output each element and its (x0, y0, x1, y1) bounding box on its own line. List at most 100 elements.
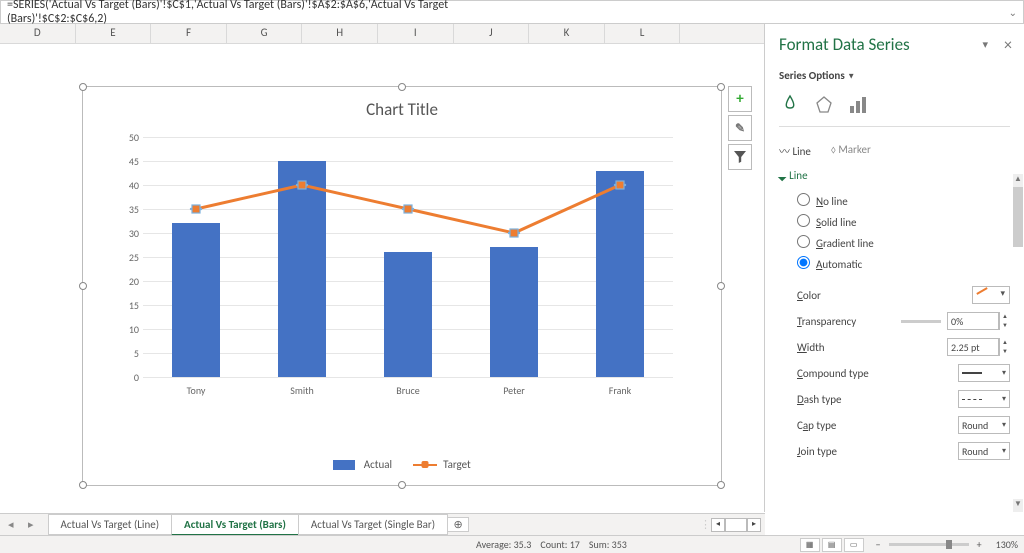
target-line-series[interactable] (143, 137, 673, 377)
page-layout-button[interactable]: ▤ (822, 538, 842, 552)
color-label: Color (797, 289, 972, 302)
chart-legend[interactable]: Actual Target (83, 458, 721, 471)
scroll-down-icon[interactable]: ▼ (1013, 499, 1023, 512)
transparency-spinner[interactable]: ▲▼ (999, 312, 1010, 330)
dash-type-dropdown[interactable]: ▾ (958, 390, 1010, 408)
x-axis-label: Frank (570, 384, 670, 397)
new-sheet-button[interactable]: ⊕ (447, 517, 469, 532)
effects-icon[interactable] (813, 94, 835, 116)
marker-tab[interactable]: ⬨ Marker (831, 143, 871, 159)
col-header[interactable]: G (227, 24, 303, 43)
pane-options-icon[interactable]: ▾ (982, 38, 988, 51)
zoom-level[interactable]: 130% (996, 538, 1018, 551)
resize-handle[interactable] (79, 83, 87, 91)
sheet-tab-singlebar[interactable]: Actual Vs Target (Single Bar) (298, 514, 448, 535)
col-header[interactable]: H (302, 24, 378, 43)
format-data-series-pane: ▾ × Format Data Series Series Options ▼ … (765, 24, 1024, 512)
col-header[interactable]: D (0, 24, 76, 43)
solid-line-radio[interactable]: Solid line (779, 211, 1010, 232)
resize-handle[interactable] (717, 83, 725, 91)
series-options-label[interactable]: Series Options ▼ (779, 69, 1010, 82)
automatic-radio[interactable]: Automatic (779, 253, 1010, 274)
chart-element-buttons: + ✎ (728, 86, 752, 173)
pane-scrollbar[interactable]: ▲ ▼ (1013, 174, 1023, 512)
resize-handle[interactable] (79, 481, 87, 489)
chart-add-element-button[interactable]: + (728, 86, 752, 112)
transparency-slider[interactable] (901, 320, 941, 323)
tab-scroll-right[interactable]: ▸ (747, 518, 761, 532)
col-header[interactable]: J (454, 24, 530, 43)
x-axis-label: Bruce (358, 384, 458, 397)
transparency-label: Transparency (797, 315, 901, 328)
tab-scroll-left[interactable]: ◂ (711, 518, 725, 532)
status-count: Count: 17 (540, 538, 579, 551)
col-header[interactable]: F (151, 24, 227, 43)
color-picker-button[interactable] (972, 286, 1010, 304)
dash-type-label: Dash type (797, 393, 958, 406)
y-axis-label: 40 (113, 179, 139, 192)
fill-line-icon[interactable] (779, 94, 801, 116)
series-options-icon[interactable] (847, 94, 869, 116)
page-break-button[interactable]: ▭ (844, 538, 864, 552)
chart-styles-button[interactable]: ✎ (728, 115, 752, 141)
zoom-out-button[interactable]: − (876, 538, 881, 551)
sheet-tab-bars[interactable]: Actual Vs Target (Bars) (171, 514, 299, 536)
resize-handle[interactable] (717, 481, 725, 489)
legend-label: Actual (364, 458, 392, 471)
y-axis-label: 10 (113, 323, 139, 336)
sheet-tab-line[interactable]: Actual Vs Target (Line) (48, 514, 173, 535)
y-axis-label: 25 (113, 251, 139, 264)
worksheet-area: D E F G H I J K L Chart Title (0, 24, 765, 512)
width-input[interactable]: 2.25 pt (947, 338, 999, 356)
y-axis-label: 30 (113, 227, 139, 240)
col-header[interactable]: L (605, 24, 681, 43)
section-line[interactable]: Line (779, 169, 1010, 182)
close-icon[interactable]: × (1004, 36, 1012, 55)
zoom-slider[interactable] (889, 543, 969, 546)
scroll-thumb[interactable] (1013, 187, 1023, 247)
resize-handle[interactable] (717, 282, 725, 290)
col-header[interactable]: E (76, 24, 152, 43)
formula-bar[interactable]: =SERIES('Actual Vs Target (Bars)'!$C$1,'… (0, 0, 1024, 24)
cap-type-label: Cap type (797, 419, 958, 432)
plot-area[interactable]: 05101520253035404550 TonySmithBrucePeter… (113, 137, 673, 397)
y-axis-label: 5 (113, 347, 139, 360)
y-axis-label: 0 (113, 371, 139, 384)
compound-type-dropdown[interactable]: ▾ (958, 364, 1010, 382)
legend-label: Target (443, 458, 471, 471)
resize-handle[interactable] (398, 481, 406, 489)
gradient-line-radio[interactable]: Gradient line (779, 232, 1010, 253)
formula-expand-icon[interactable]: ⌄ (512, 6, 1017, 19)
x-axis-label: Peter (464, 384, 564, 397)
gridline (143, 377, 673, 378)
formula-text[interactable]: =SERIES('Actual Vs Target (Bars)'!$C$1,'… (7, 0, 512, 26)
no-line-radio[interactable]: No line (779, 190, 1010, 211)
embedded-chart[interactable]: Chart Title 05101520253035404550 TonySmi… (82, 86, 722, 486)
width-spinner[interactable]: ▲▼ (999, 338, 1010, 356)
normal-view-button[interactable]: ▦ (800, 538, 820, 552)
transparency-input[interactable]: 0% (947, 312, 999, 330)
col-header[interactable]: K (529, 24, 605, 43)
sheet-tab-bar: ◂ ▸ Actual Vs Target (Line) Actual Vs Ta… (0, 513, 765, 535)
cap-type-dropdown[interactable]: Round▾ (958, 416, 1010, 434)
scroll-up-icon[interactable]: ▲ (1013, 174, 1023, 187)
y-axis-label: 15 (113, 299, 139, 312)
join-type-dropdown[interactable]: Round▾ (958, 442, 1010, 460)
width-label: Width (797, 341, 947, 354)
col-header[interactable]: I (378, 24, 454, 43)
status-bar: Average: 35.3 Count: 17 Sum: 353 ▦ ▤ ▭ −… (0, 535, 1024, 553)
resize-handle[interactable] (79, 282, 87, 290)
y-axis-label: 45 (113, 155, 139, 168)
chart-filter-button[interactable] (728, 144, 752, 170)
chart-title[interactable]: Chart Title (83, 87, 721, 120)
status-sum: Sum: 353 (589, 538, 627, 551)
resize-handle[interactable] (398, 83, 406, 91)
line-tab[interactable]: 〰 Line (779, 143, 811, 159)
sheet-nav-arrows[interactable]: ◂ ▸ (0, 518, 48, 531)
zoom-in-button[interactable]: + (977, 538, 982, 551)
compound-type-label: Compound type (797, 367, 958, 380)
y-axis-label: 35 (113, 203, 139, 216)
scroll-track[interactable] (1013, 187, 1023, 499)
tab-scroll-track[interactable] (725, 518, 747, 532)
join-type-label: Join type (797, 445, 958, 458)
